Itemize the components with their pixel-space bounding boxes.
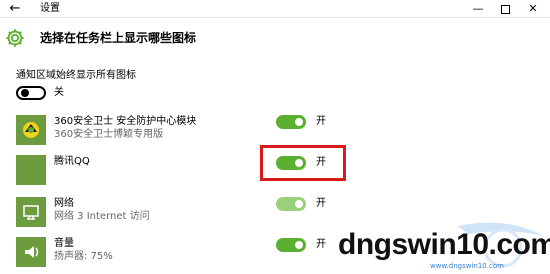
maximize-icon — [500, 4, 510, 14]
watermark-subtext: www.dngswin10.com — [430, 262, 504, 270]
app-name-network: 网络 — [54, 198, 74, 209]
toggle-knob — [21, 89, 29, 97]
close-button[interactable]: ✕ — [521, 0, 545, 18]
window-title: 设置 — [40, 3, 60, 14]
network-icon — [16, 197, 46, 227]
title-bar: ← 设置 — ✕ — [0, 0, 550, 18]
app-subtitle-network: 网络 3 Internet 访问 — [54, 211, 150, 222]
app-name-volume: 音量 — [54, 238, 74, 249]
app-subtitle-volume: 扬声器: 75% — [54, 251, 113, 262]
always-show-toggle[interactable] — [16, 86, 46, 100]
minimize-button[interactable]: — — [466, 0, 490, 18]
maximize-button[interactable] — [493, 0, 517, 18]
toggle-knob — [295, 118, 303, 126]
toggle-volume-state: 开 — [316, 239, 326, 250]
back-button[interactable]: ← — [6, 1, 24, 17]
highlight-box — [260, 145, 346, 181]
app-name-qq: 腾讯QQ — [54, 156, 90, 167]
app-name-360: 360安全卫士 安全防护中心模块 — [54, 116, 197, 127]
page-header: 选择在任务栏上显示哪些图标 — [0, 18, 550, 56]
toggle-network-state: 开 — [316, 198, 326, 209]
toggle-360-state: 开 — [316, 116, 326, 127]
gear-icon — [6, 29, 24, 47]
always-show-label: 通知区域始终显示所有图标 — [16, 70, 136, 81]
qq-icon — [16, 155, 46, 185]
360-safeguard-icon — [16, 115, 46, 145]
toggle-network[interactable] — [276, 197, 306, 211]
app-subtitle-360: 360安全卫士博颖专用版 — [54, 129, 164, 140]
toggle-knob — [295, 241, 303, 249]
volume-icon — [16, 237, 46, 267]
always-show-state: 关 — [54, 87, 64, 98]
toggle-volume[interactable] — [276, 238, 306, 252]
toggle-knob — [295, 200, 303, 208]
page-title: 选择在任务栏上显示哪些图标 — [40, 31, 197, 45]
watermark-text: dngswin10.com — [338, 228, 550, 261]
toggle-360[interactable] — [276, 115, 306, 129]
